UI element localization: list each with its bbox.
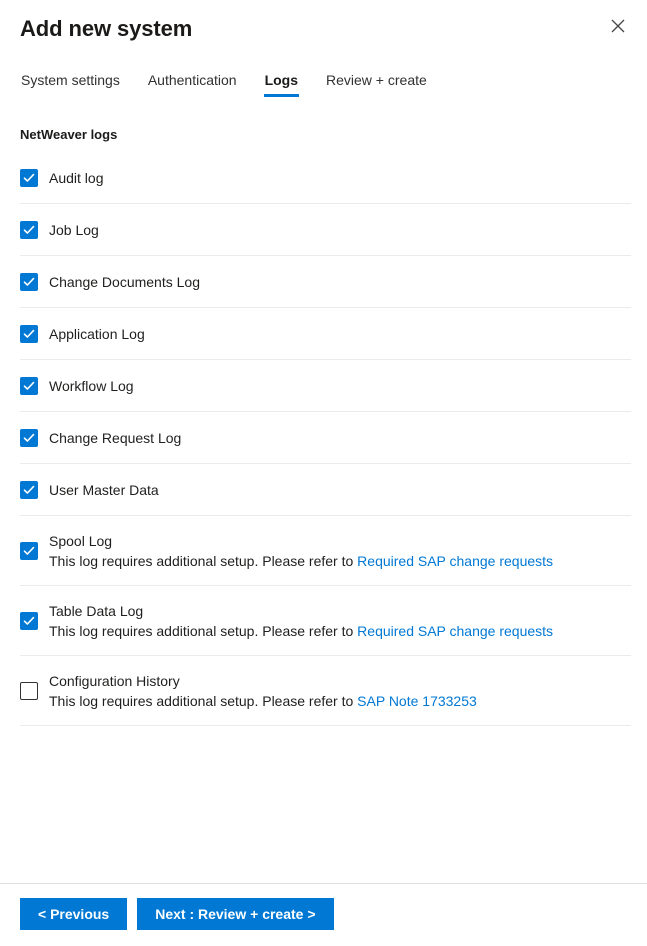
checkbox-job-log[interactable] — [20, 220, 38, 239]
log-row-change-request-log[interactable]: Change Request Log — [20, 412, 631, 464]
section-label-netweaver-logs: NetWeaver logs — [20, 127, 118, 142]
log-row-workflow-log[interactable]: Workflow Log — [20, 360, 631, 412]
log-options-list: Audit log Job Log Change Documents Log A… — [20, 152, 631, 726]
log-row-audit-log[interactable]: Audit log — [20, 152, 631, 204]
log-texts: Spool Log This log requires additional s… — [49, 531, 553, 571]
log-texts: Change Request Log — [49, 428, 181, 448]
tab-authentication[interactable]: Authentication — [147, 68, 238, 97]
checkbox-spool-log[interactable] — [20, 541, 38, 560]
checkbox-change-request-log[interactable] — [20, 428, 38, 447]
checkbox-table-data-log[interactable] — [20, 611, 38, 630]
log-row-user-master-data[interactable]: User Master Data — [20, 464, 631, 516]
log-label: Spool Log — [49, 532, 113, 549]
log-row-application-log[interactable]: Application Log — [20, 308, 631, 360]
log-label: Job Log — [49, 221, 99, 238]
log-texts: Configuration History This log requires … — [49, 671, 477, 711]
tab-strip: System settings Authentication Logs Revi… — [0, 68, 647, 97]
previous-button[interactable]: < Previous — [20, 898, 128, 930]
log-label: Audit log — [49, 169, 104, 186]
log-label: Configuration History — [49, 672, 180, 689]
checkbox-application-log[interactable] — [20, 324, 38, 343]
log-texts: Change Documents Log — [49, 272, 200, 292]
log-label: Table Data Log — [49, 602, 144, 619]
tab-system-settings[interactable]: System settings — [20, 68, 121, 97]
log-note-link[interactable]: Required SAP change requests — [357, 553, 553, 569]
log-row-job-log[interactable]: Job Log — [20, 204, 631, 256]
log-row-configuration-history[interactable]: Configuration History This log requires … — [20, 656, 631, 726]
log-label: User Master Data — [49, 481, 159, 498]
close-icon — [611, 19, 625, 36]
close-button[interactable] — [603, 12, 633, 42]
log-texts: Application Log — [49, 324, 145, 344]
log-texts: User Master Data — [49, 480, 159, 500]
blade-footer: < Previous Next : Review + create > — [0, 883, 647, 946]
log-note: This log requires additional setup. Plea… — [49, 621, 553, 641]
log-note: This log requires additional setup. Plea… — [49, 691, 477, 711]
log-note-link[interactable]: Required SAP change requests — [357, 623, 553, 639]
page-title: Add new system — [20, 16, 193, 41]
tab-review-create[interactable]: Review + create — [325, 68, 428, 97]
checkbox-audit-log[interactable] — [20, 168, 38, 187]
log-note-text: This log requires additional setup. Plea… — [49, 622, 358, 639]
blade-body: NetWeaver logs Audit log Job Log Change … — [0, 97, 647, 883]
next-review-create-button[interactable]: Next : Review + create > — [137, 898, 334, 930]
checkbox-configuration-history[interactable] — [20, 681, 38, 700]
log-label: Change Documents Log — [49, 273, 200, 290]
log-note-link[interactable]: SAP Note 1733253 — [357, 693, 477, 709]
checkbox-change-documents-log[interactable] — [20, 272, 38, 291]
blade-header: Add new system — [0, 0, 647, 44]
log-texts: Table Data Log This log requires additio… — [49, 601, 553, 641]
log-note: This log requires additional setup. Plea… — [49, 551, 553, 571]
log-row-change-documents-log[interactable]: Change Documents Log — [20, 256, 631, 308]
log-texts: Workflow Log — [49, 376, 134, 396]
log-row-table-data-log[interactable]: Table Data Log This log requires additio… — [20, 586, 631, 656]
log-label: Change Request Log — [49, 429, 182, 446]
log-texts: Audit log — [49, 168, 103, 188]
add-new-system-blade: Add new system System settings Authentic… — [0, 0, 647, 946]
log-note-text: This log requires additional setup. Plea… — [49, 552, 358, 569]
log-texts: Job Log — [49, 220, 99, 240]
tab-logs[interactable]: Logs — [263, 68, 300, 97]
log-label: Application Log — [49, 325, 145, 342]
log-label: Workflow Log — [49, 377, 134, 394]
log-row-spool-log[interactable]: Spool Log This log requires additional s… — [20, 516, 631, 586]
checkbox-user-master-data[interactable] — [20, 480, 38, 499]
checkbox-workflow-log[interactable] — [20, 376, 38, 395]
log-note-text: This log requires additional setup. Plea… — [49, 692, 358, 709]
